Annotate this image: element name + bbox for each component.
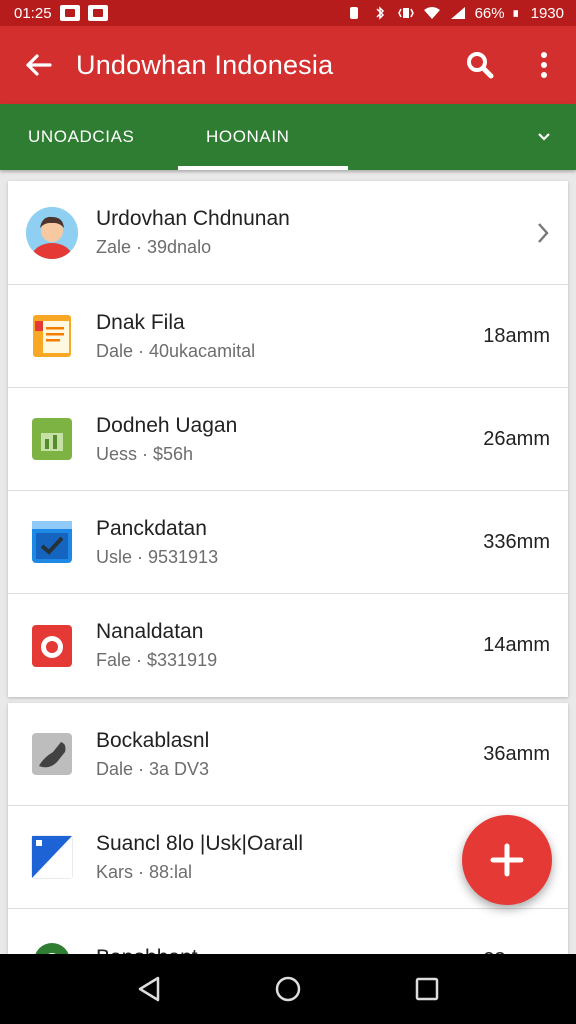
chevron-right-icon bbox=[538, 222, 549, 243]
item-subtitle: Uess · $56h bbox=[96, 443, 194, 464]
signal-icon bbox=[450, 7, 465, 19]
search-icon bbox=[467, 52, 494, 79]
item-subtitle: Fale · $331919 bbox=[96, 650, 218, 670]
vibrate-icon bbox=[397, 8, 414, 18]
wifi-icon bbox=[423, 7, 440, 19]
item-title: Nanaldatan bbox=[96, 620, 204, 643]
status-clock: 1930 bbox=[530, 4, 564, 22]
item-meta: 36amm bbox=[483, 742, 550, 765]
profile-name: Urdovhan Chdnunan bbox=[96, 207, 290, 230]
chevron-down-icon bbox=[538, 133, 550, 141]
page-title: Undowhan Indonesia bbox=[76, 49, 334, 80]
more-vert-icon bbox=[541, 52, 547, 78]
battery-icon bbox=[513, 10, 518, 17]
profile-subtitle: Zale · 39dnalo bbox=[96, 237, 212, 257]
nav-recents-button[interactable] bbox=[397, 959, 457, 1019]
more-options-button[interactable] bbox=[512, 26, 576, 104]
tab-unoadcias[interactable]: UNOADCIAS bbox=[0, 104, 178, 170]
nav-home-icon bbox=[275, 976, 301, 1002]
item-subtitle: Dale · 40ukacamital bbox=[96, 340, 256, 361]
notification-icon bbox=[59, 5, 80, 21]
nav-recents-icon bbox=[415, 977, 438, 1001]
item-title: Dodneh Uagan bbox=[96, 413, 238, 437]
avatar-container bbox=[8, 181, 96, 284]
item-meta: 26amm bbox=[483, 427, 550, 450]
arrow-back-icon bbox=[26, 54, 52, 76]
tab-bar: UNOADCIAS HOONAIN bbox=[0, 104, 576, 170]
avatar bbox=[26, 206, 78, 259]
list-item[interactable]: Bockablasnl Dale · 3a DV3 36amm bbox=[8, 703, 568, 806]
tab-hoonain[interactable]: HOONAIN bbox=[178, 104, 348, 170]
battery-percent: 66% bbox=[474, 4, 505, 22]
nav-home-button[interactable] bbox=[258, 959, 318, 1019]
nav-back-button[interactable] bbox=[119, 959, 179, 1019]
list-item[interactable]: Dnak Fila Dale · 40ukacamital 18amm bbox=[8, 285, 568, 388]
back-button[interactable] bbox=[0, 26, 76, 104]
profile-chevron bbox=[518, 222, 568, 244]
list-item[interactable]: Panckdatan Usle · 9531913 336mm bbox=[8, 491, 568, 594]
shoe-icon bbox=[32, 733, 72, 775]
item-subtitle: Usle · 9531913 bbox=[96, 546, 219, 567]
blue-doc-icon bbox=[31, 835, 73, 879]
list-item[interactable]: Dodneh Uagan Uess · $56h 26amm bbox=[8, 388, 568, 491]
item-title: Bockablasnl bbox=[96, 728, 210, 752]
item-title: Panckdatan bbox=[96, 516, 207, 540]
search-button[interactable] bbox=[448, 26, 512, 104]
plus-icon bbox=[490, 843, 524, 877]
tab-expand-button[interactable] bbox=[512, 104, 576, 170]
list-card: Urdovhan Chdnunan Zale · 39dnalo Dnak Fi… bbox=[8, 181, 568, 697]
camera-record-icon bbox=[32, 624, 72, 667]
system-nav-bar bbox=[0, 954, 576, 1024]
item-title: Dnak Fila bbox=[96, 310, 185, 334]
nav-back-icon bbox=[139, 976, 160, 1002]
status-time: 01:25 bbox=[14, 4, 52, 22]
app-bar: Undowhan Indonesia bbox=[0, 26, 576, 104]
item-subtitle: Dale · 3a DV3 bbox=[96, 758, 210, 779]
status-bar: 01:25 66% 1930 bbox=[0, 0, 576, 26]
list-item[interactable]: Nanaldatan Fale · $331919 14amm bbox=[8, 594, 568, 697]
add-fab-button[interactable] bbox=[462, 815, 552, 905]
notification-icon bbox=[87, 5, 108, 21]
person-avatar-icon bbox=[26, 206, 78, 259]
sheets-icon bbox=[32, 418, 72, 460]
document-icon bbox=[33, 315, 71, 357]
item-meta: 18amm bbox=[483, 324, 550, 347]
item-meta: 336mm bbox=[483, 530, 550, 553]
item-meta: 14amm bbox=[483, 634, 550, 656]
bluetooth-icon bbox=[376, 6, 384, 20]
window-check-icon bbox=[32, 521, 72, 563]
profile-row[interactable]: Urdovhan Chdnunan Zale · 39dnalo bbox=[8, 181, 568, 285]
nfc-icon bbox=[349, 7, 358, 19]
